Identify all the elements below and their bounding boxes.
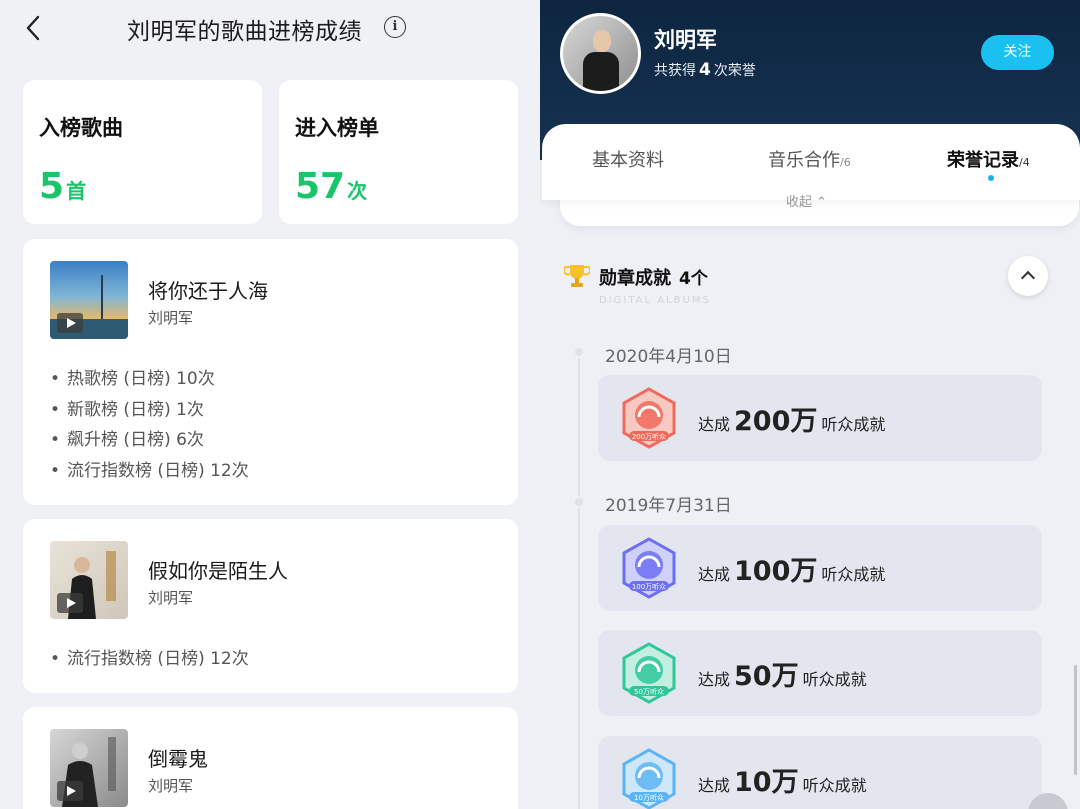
honor-count: 共获得 4 次荣誉	[654, 60, 756, 80]
play-icon[interactable]	[57, 781, 83, 801]
stat-value: 57 次	[295, 166, 367, 207]
medal-title-text: 勋章成就	[599, 268, 671, 289]
badge-label: 50万听众	[634, 687, 664, 696]
timeline-date: 2019年7月31日	[605, 496, 732, 516]
chart-record: 热歌榜 (日榜) 10次	[50, 364, 249, 395]
active-tab-indicator	[988, 175, 994, 181]
tab-count: /6	[840, 156, 851, 169]
stat-value: 5首	[39, 166, 86, 207]
achv-suffix: 听众成就	[802, 670, 867, 689]
timeline-date: 2020年4月10日	[605, 347, 732, 367]
honor-suffix: 次荣誉	[713, 63, 756, 79]
achv-value: 100万	[734, 556, 818, 587]
tab-basic-info[interactable]: 基本资料	[592, 146, 664, 172]
achv-suffix: 听众成就	[821, 415, 886, 434]
medal-title: 勋章成就 4个	[599, 264, 708, 290]
achv-value: 50万	[734, 661, 799, 692]
timeline-dot	[573, 346, 585, 358]
stat-card-charts: 进入榜单 57 次	[279, 80, 518, 224]
chevron-up-icon[interactable]	[1008, 256, 1048, 296]
song-artist: 刘明军	[148, 309, 194, 327]
chart-record: 飙升榜 (日榜) 6次	[50, 425, 249, 456]
stat-unit: 次	[347, 179, 368, 203]
achievement-text: 达成 100万 听众成就	[698, 549, 885, 588]
follow-button[interactable]: 关注	[981, 35, 1054, 70]
tab-label: 基本资料	[592, 150, 664, 171]
medal-badge-icon: 50万听众	[622, 642, 676, 704]
page-title: 刘明军的歌曲进榜成绩	[127, 19, 362, 45]
artist-name: 刘明军	[654, 28, 717, 52]
collapse-button[interactable]: 收起 ⌃	[786, 191, 827, 210]
achv-prefix: 达成	[698, 415, 731, 434]
medal-subtitle: DIGITAL ALBUMS	[599, 295, 711, 306]
chart-record: 流行指数榜 (日榜) 12次	[50, 456, 249, 487]
avatar[interactable]	[560, 13, 641, 94]
achv-suffix: 听众成就	[821, 565, 886, 584]
back-arrow-icon[interactable]	[22, 14, 46, 42]
song-card[interactable]: 将你还于人海 刘明军 热歌榜 (日榜) 10次 新歌榜 (日榜) 1次 飙升榜 …	[23, 239, 518, 505]
honor-number: 4	[699, 60, 711, 80]
achv-prefix: 达成	[698, 670, 731, 689]
achv-prefix: 达成	[698, 565, 731, 584]
stat-label: 入榜歌曲	[39, 116, 123, 140]
play-icon[interactable]	[57, 313, 83, 333]
chart-record-list: 热歌榜 (日榜) 10次 新歌榜 (日榜) 1次 飙升榜 (日榜) 6次 流行指…	[50, 364, 249, 486]
tab-music-collab[interactable]: 音乐合作/6	[768, 146, 851, 172]
stat-number: 57	[295, 166, 346, 207]
song-card[interactable]: 假如你是陌生人 刘明军 流行指数榜 (日榜) 12次	[23, 519, 518, 693]
stat-label: 进入榜单	[295, 116, 379, 140]
tab-bar: 基本资料 音乐合作/6 荣誉记录/4	[542, 124, 1080, 200]
chart-record: 流行指数榜 (日榜) 12次	[50, 644, 249, 675]
timeline-line	[578, 355, 580, 809]
badge-label: 200万听众	[632, 432, 666, 441]
medal-badge-icon: 10万听众	[622, 748, 676, 809]
stat-number: 5	[39, 166, 65, 207]
achv-prefix: 达成	[698, 776, 731, 795]
tab-label: 音乐合作	[768, 150, 840, 171]
chart-record: 新歌榜 (日榜) 1次	[50, 395, 249, 426]
tab-honor-records[interactable]: 荣誉记录/4	[947, 146, 1030, 172]
stat-card-songs: 入榜歌曲 5首	[23, 80, 262, 224]
tab-count: /4	[1019, 156, 1030, 169]
album-cover[interactable]	[50, 541, 128, 619]
artist-profile-panel: 刘明军 共获得 4 次荣誉 关注 基本资料 音乐合作/6 荣誉记录/4 收起 ⌃ 勋…	[540, 0, 1080, 809]
achievement-text: 达成 10万 听众成就	[698, 760, 867, 799]
song-artist: 刘明军	[148, 589, 194, 607]
song-title[interactable]: 将你还于人海	[148, 275, 268, 304]
achievement-card[interactable]: 200万听众 达成 200万 听众成就	[598, 375, 1042, 461]
medal-count: 4个	[679, 269, 708, 289]
achievement-text: 达成 50万 听众成就	[698, 654, 867, 693]
info-icon[interactable]: i	[384, 16, 406, 38]
achv-suffix: 听众成就	[802, 776, 867, 795]
badge-label: 100万听众	[632, 582, 666, 591]
song-card[interactable]: 倒霉鬼 刘明军	[23, 707, 518, 809]
chart-record-list: 流行指数榜 (日榜) 12次	[50, 644, 249, 675]
achv-value: 10万	[734, 767, 799, 798]
tab-label: 荣誉记录	[947, 150, 1019, 171]
achievement-card[interactable]: 10万听众 达成 10万 听众成就	[598, 736, 1042, 809]
song-artist: 刘明军	[148, 777, 194, 795]
album-cover[interactable]	[50, 729, 128, 807]
achv-value: 200万	[734, 406, 818, 437]
song-title[interactable]: 假如你是陌生人	[148, 555, 288, 584]
top-bar: 刘明军的歌曲进榜成绩 i	[0, 0, 540, 56]
achievement-card[interactable]: 50万听众 达成 50万 听众成就	[598, 630, 1042, 716]
trophy-icon	[564, 265, 590, 287]
song-title[interactable]: 倒霉鬼	[148, 743, 208, 772]
badge-label: 10万听众	[634, 793, 664, 802]
scrollbar[interactable]	[1074, 665, 1077, 775]
achievement-card[interactable]: 100万听众 达成 100万 听众成就	[598, 525, 1042, 611]
chart-performance-panel: 刘明军的歌曲进榜成绩 i 入榜歌曲 5首 进入榜单 57 次 将你还于人海 刘明军…	[0, 0, 540, 809]
timeline-dot	[573, 496, 585, 508]
achievement-text: 达成 200万 听众成就	[698, 399, 885, 438]
play-icon[interactable]	[57, 593, 83, 613]
album-cover[interactable]	[50, 261, 128, 339]
stat-unit: 首	[66, 179, 87, 203]
medal-badge-icon: 100万听众	[622, 537, 676, 599]
medal-badge-icon: 200万听众	[622, 387, 676, 449]
honor-prefix: 共获得	[654, 63, 696, 79]
